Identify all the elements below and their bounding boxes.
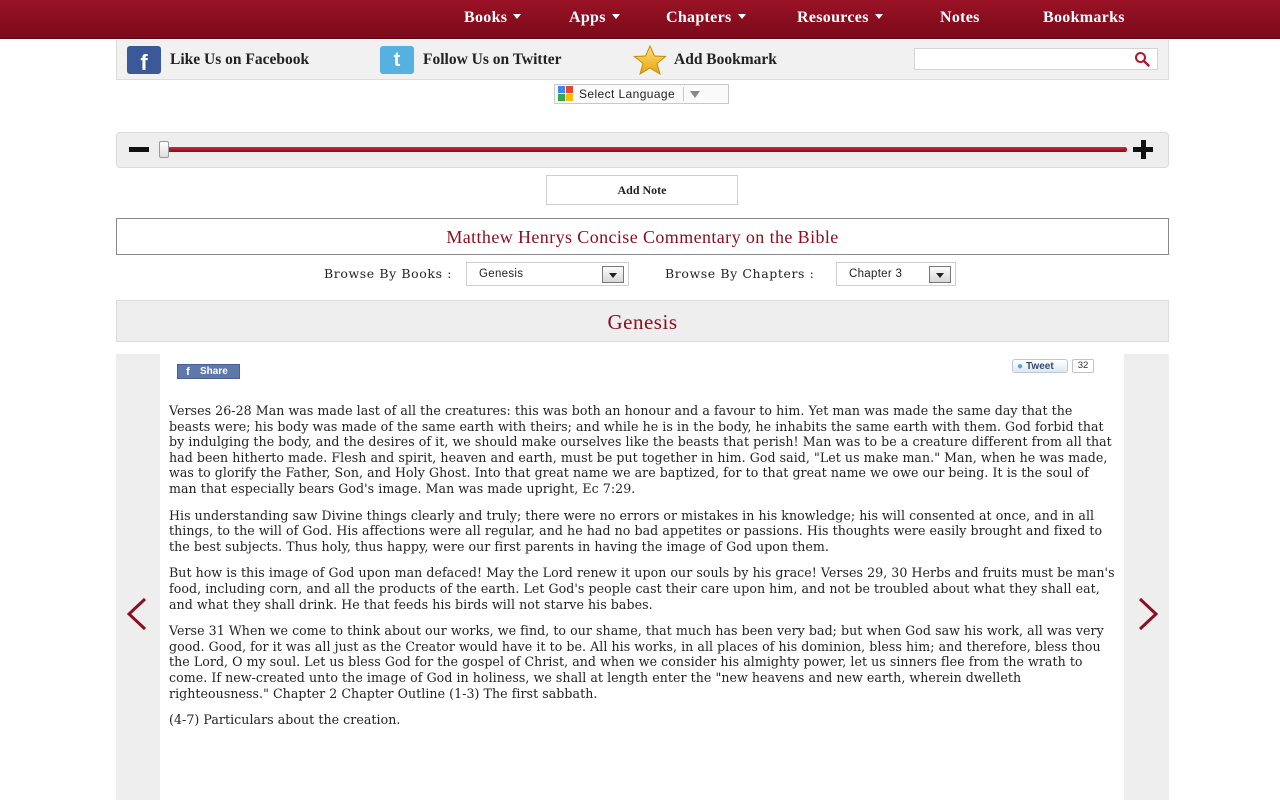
bookmark-label: Add Bookmark	[674, 51, 777, 68]
chevron-down-icon	[737, 14, 746, 19]
chevron-down-icon[interactable]	[929, 266, 951, 283]
slider-thumb[interactable]	[159, 141, 169, 158]
book-select-value: Genesis	[479, 268, 524, 280]
tweet-button[interactable]: ● Tweet	[1012, 359, 1068, 373]
browse-chapters-label: Browse By Chapters :	[665, 266, 815, 281]
book-select[interactable]: Genesis	[466, 262, 629, 286]
paragraph: (4-7) Particulars about the creation.	[169, 712, 401, 728]
nav-apps[interactable]: Apps	[569, 9, 620, 27]
commentary-text: Verses 26-28 Man was made last of all th…	[169, 403, 1117, 739]
nav-books-label: Books	[464, 9, 508, 26]
language-select[interactable]: Select Language	[554, 84, 729, 104]
nav-chapters[interactable]: Chapters	[666, 9, 746, 27]
plus-icon-vertical[interactable]	[1140, 140, 1146, 159]
add-bookmark-link[interactable]: Add Bookmark	[632, 45, 777, 75]
paragraph: Verses 26-28 Man was made last of all th…	[169, 403, 1112, 496]
nav-notes[interactable]: Notes	[940, 9, 980, 27]
nav-bookmarks[interactable]: Bookmarks	[1043, 9, 1125, 27]
chevron-down-icon[interactable]	[602, 266, 624, 283]
page-title: Matthew Henrys Concise Commentary on the…	[116, 218, 1169, 255]
paragraph: His understanding saw Divine things clea…	[169, 507, 1103, 554]
facebook-icon: f	[127, 46, 161, 74]
right-gutter	[1124, 354, 1169, 800]
divider	[683, 87, 685, 101]
search-icon[interactable]	[1134, 51, 1150, 67]
language-label: Select Language	[579, 87, 676, 101]
twitter-label: Follow Us on Twitter	[423, 51, 562, 68]
minus-icon[interactable]	[129, 147, 149, 152]
nav-notes-label: Notes	[940, 9, 980, 26]
previous-chapter-icon[interactable]	[122, 596, 152, 632]
add-note-button[interactable]: Add Note	[546, 175, 738, 205]
nav-resources[interactable]: Resources	[797, 9, 883, 27]
paragraph: Verse 31 When we come to think about our…	[169, 623, 1104, 701]
tweet-label: Tweet	[1026, 360, 1054, 372]
font-size-slider	[116, 132, 1169, 168]
chapter-select-value: Chapter 3	[849, 268, 903, 280]
paragraph: But how is this image of God upon man de…	[169, 565, 1115, 612]
browse-books-label: Browse By Books :	[324, 266, 453, 281]
nav-resources-label: Resources	[797, 9, 869, 26]
nav-books[interactable]: Books	[464, 9, 522, 27]
facebook-share-button[interactable]: f Share	[177, 364, 240, 379]
google-translate-icon	[558, 86, 573, 101]
nav-chapters-label: Chapters	[666, 9, 732, 26]
left-gutter	[116, 354, 160, 800]
next-chapter-icon[interactable]	[1133, 596, 1163, 632]
share-label: Share	[200, 366, 228, 377]
chevron-down-icon	[513, 14, 522, 19]
twitter-icon: t	[380, 46, 414, 74]
tweet-count: 32	[1072, 359, 1094, 373]
book-heading: Genesis	[116, 300, 1169, 342]
chevron-down-icon	[874, 14, 883, 19]
top-nav: Books Apps Chapters Resources Notes Book…	[0, 0, 1280, 39]
search-input[interactable]	[914, 48, 1158, 70]
chevron-down-icon	[690, 90, 701, 98]
social-bar: f Like Us on Facebook t Follow Us on Twi…	[116, 40, 1169, 80]
nav-bookmarks-label: Bookmarks	[1043, 9, 1125, 26]
star-icon	[633, 45, 667, 75]
commentary-content: f Share ● Tweet 32 Verses 26-28 Man was …	[160, 354, 1124, 800]
chevron-down-icon	[611, 14, 620, 19]
slider-track[interactable]	[163, 147, 1127, 152]
twitter-bird-icon: ●	[1017, 360, 1024, 372]
nav-apps-label: Apps	[569, 9, 606, 26]
chapter-select[interactable]: Chapter 3	[836, 262, 956, 286]
twitter-follow-link[interactable]: t Follow Us on Twitter	[380, 46, 562, 74]
facebook-label: Like Us on Facebook	[170, 51, 310, 68]
facebook-like-link[interactable]: f Like Us on Facebook	[127, 46, 310, 74]
facebook-icon: f	[186, 365, 190, 378]
